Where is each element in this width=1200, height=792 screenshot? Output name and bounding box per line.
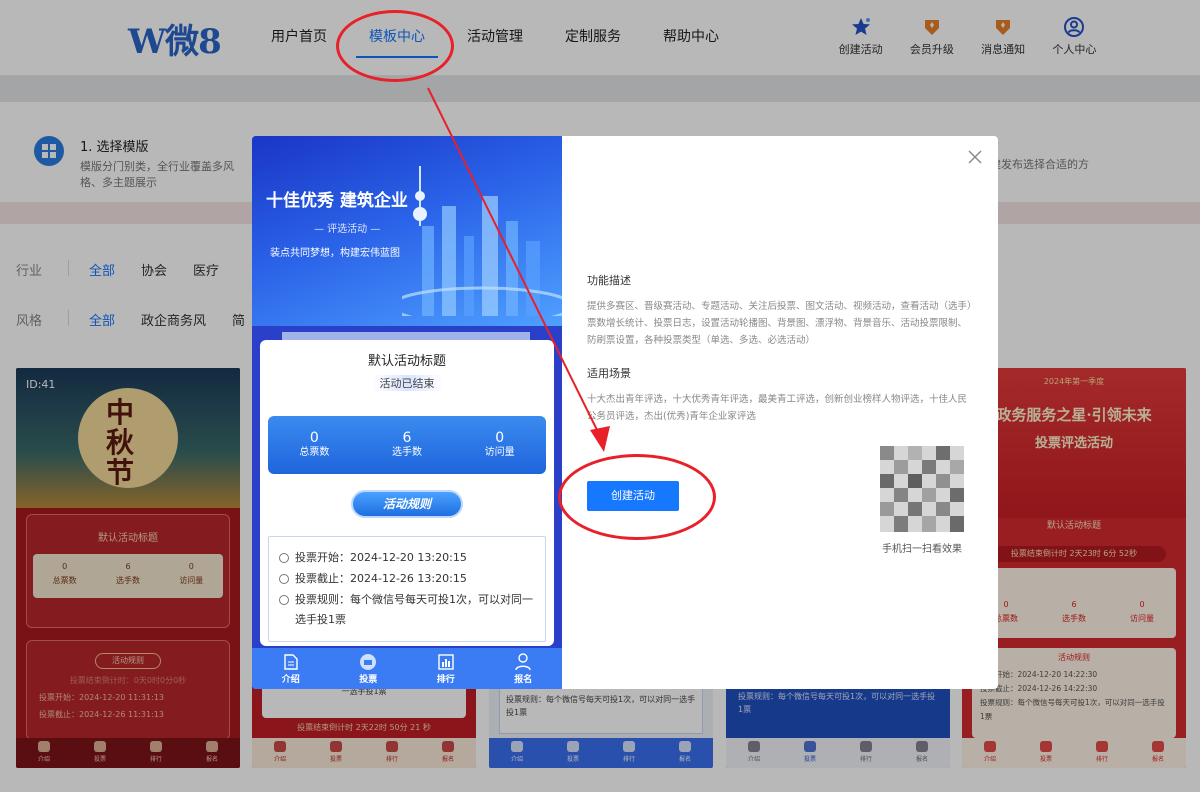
preview-hero-title: 十佳优秀 建筑企业 — [266, 191, 408, 211]
qr-caption: 手机扫一扫看效果 — [882, 544, 962, 555]
create-activity-button[interactable]: 创建活动 — [587, 481, 679, 511]
preview-card: 默认活动标题 活动已结束 0 总票数 6 选手数 0 访问量 活动规则 投票开始：20… — [260, 340, 554, 646]
template-preview: 十佳优秀 建筑企业 — 评选活动 — 装点共同梦想，构建宏伟蓝图 默认活动标题 … — [252, 136, 562, 689]
template-detail-modal: 十佳优秀 建筑企业 — 评选活动 — 装点共同梦想，构建宏伟蓝图 默认活动标题 … — [252, 136, 998, 689]
preview-status: 活动已结束 — [260, 375, 554, 391]
feature-text: 提供多赛区、晋级赛活动、专题活动、关注后投票、图文活动、视频活动，查看活动（选手… — [587, 301, 972, 346]
city-skyline-graphic — [402, 166, 562, 316]
preview-tab-rank: 排行 — [407, 648, 485, 689]
preview-hero-slogan: 装点共同梦想，构建宏伟蓝图 — [270, 248, 400, 259]
stat-visits: 0 访问量 — [484, 430, 515, 458]
preview-stats: 0 总票数 6 选手数 0 访问量 — [268, 416, 546, 474]
vote-icon — [330, 652, 408, 672]
preview-rules-box: 投票开始：2024-12-20 13:20:15 投票截止：2024-12-26… — [268, 536, 546, 642]
preview-tab-intro: 介绍 — [252, 648, 330, 689]
user-icon — [485, 652, 563, 672]
preview-tab-vote: 投票 — [330, 648, 408, 689]
bar-chart-icon — [407, 652, 485, 672]
rule-end: 投票截止：2024-12-26 13:20:15 — [279, 568, 535, 589]
qr-code-icon — [880, 446, 964, 532]
card-header-strip — [282, 332, 530, 340]
stat-contestants: 6 选手数 — [392, 430, 422, 458]
rule-text: 投票规则：每个微信号每天可投1次，可以对同一选手投1票 — [279, 589, 535, 630]
scene-text: 十大杰出青年评选，十大优秀青年评选，最美青工评选，创新创业榜样人物评选，十佳人民… — [587, 394, 968, 422]
preview-card-title: 默认活动标题 — [367, 354, 446, 369]
close-icon[interactable] — [966, 148, 984, 166]
preview-tabbar: 介绍 投票 排行 报名 — [252, 648, 562, 689]
rule-start: 投票开始：2024-12-20 13:20:15 — [279, 547, 535, 568]
preview-rules-button: 活动规则 — [351, 490, 463, 518]
clock-icon — [279, 553, 289, 563]
preview-tab-signup: 报名 — [485, 648, 563, 689]
stat-total-votes: 0 总票数 — [299, 430, 330, 458]
feature-title: 功能描述 — [587, 274, 631, 287]
document-icon — [252, 652, 330, 672]
preview-hero-subtitle: — 评选活动 — — [314, 224, 381, 235]
template-info: 功能描述 提供多赛区、晋级赛活动、专题活动、关注后投票、图文活动、视频活动，查看… — [587, 272, 972, 441]
scene-title: 适用场景 — [587, 367, 631, 380]
clock-icon — [279, 574, 289, 584]
info-icon — [279, 595, 289, 605]
